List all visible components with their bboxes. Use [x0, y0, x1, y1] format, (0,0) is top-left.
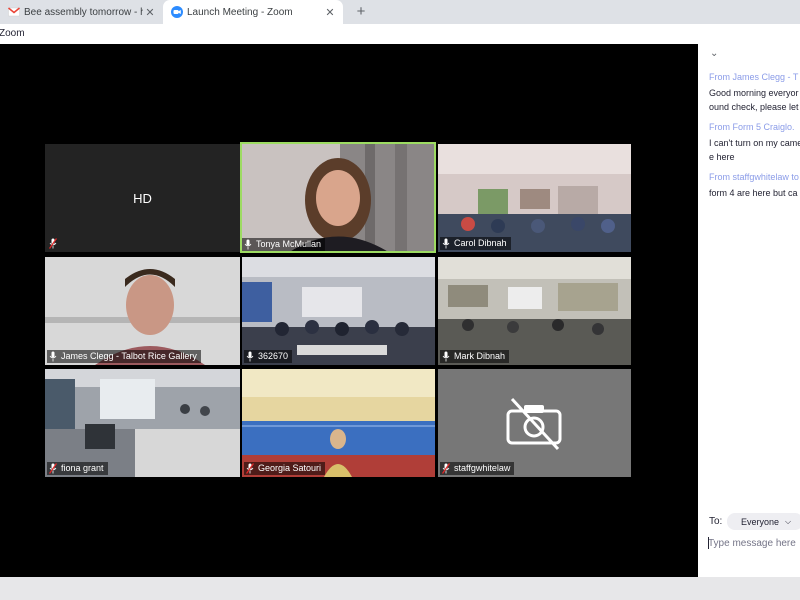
video-tile[interactable]: staffgwhitelaw — [438, 369, 631, 477]
chat-sender: From James Clegg - T — [709, 72, 799, 82]
chevron-down-icon: ⌵ — [785, 516, 792, 526]
participant-video — [240, 142, 436, 253]
chat-sender: From staffgwhitelaw to — [709, 172, 799, 182]
participant-name: fiona grant — [61, 463, 104, 473]
chat-message-line: Good morning everyor — [709, 88, 799, 98]
participant-video — [45, 369, 240, 477]
mic-icon — [244, 239, 252, 250]
chat-message-input[interactable] — [708, 535, 800, 551]
video-tile[interactable]: HD — [45, 144, 240, 252]
participant-nameplate: staffgwhitelaw — [440, 462, 515, 475]
video-tile-active-speaker[interactable]: Tonya McMullan — [240, 142, 436, 253]
video-tile[interactable]: Georgia Satouri — [242, 369, 435, 477]
new-tab-button[interactable]: + — [352, 2, 370, 22]
participant-nameplate: Tonya McMullan — [242, 238, 326, 251]
video-tile[interactable]: Carol Dibnah — [438, 144, 631, 252]
mic-icon — [49, 351, 57, 362]
mic-icon — [442, 238, 450, 249]
tab-title: Bee assembly tomorrow - hanna — [24, 6, 143, 18]
participant-video — [438, 144, 631, 252]
muted-mic-icon — [442, 463, 450, 474]
participant-name: Mark Dibnah — [454, 351, 506, 361]
app-title-bar: Zoom — [0, 24, 800, 44]
participant-nameplate: fiona grant — [47, 462, 108, 475]
browser-tab-bar: Bee assembly tomorrow - hanna ✕ Launch M… — [0, 0, 800, 24]
video-tile[interactable]: James Clegg - Talbot Rice Gallery — [45, 257, 240, 365]
close-tab-icon[interactable]: ✕ — [323, 6, 337, 19]
gmail-icon — [8, 7, 20, 17]
muted-mic-icon — [49, 463, 57, 474]
hd-label: HD — [133, 190, 152, 206]
chat-message-line: I can't turn on my came — [709, 138, 800, 148]
tab-zoom-meeting[interactable]: Launch Meeting - Zoom ✕ — [163, 0, 343, 24]
muted-mic-icon — [49, 238, 57, 249]
video-tile[interactable]: fiona grant — [45, 369, 240, 477]
tab-title: Launch Meeting - Zoom — [187, 6, 293, 18]
participant-name: Georgia Satouri — [258, 463, 322, 473]
participant-nameplate: 362670 — [244, 350, 293, 363]
participant-nameplate — [47, 237, 65, 250]
participant-nameplate: James Clegg - Talbot Rice Gallery — [47, 350, 201, 363]
close-tab-icon[interactable]: ✕ — [143, 6, 157, 19]
chat-recipient-select[interactable]: Everyone ⌵ — [727, 513, 800, 530]
chat-message-line: e here — [709, 152, 735, 162]
participant-name: staffgwhitelaw — [454, 463, 511, 473]
zoom-icon — [171, 6, 183, 18]
chat-panel: ⌄ From James Clegg - T Good morning ever… — [698, 44, 800, 577]
participant-nameplate: Mark Dibnah — [440, 350, 510, 363]
participant-video — [242, 369, 435, 477]
chevron-down-icon[interactable]: ⌄ — [710, 48, 718, 59]
participant-video — [438, 257, 631, 365]
participant-name: Carol Dibnah — [454, 238, 507, 248]
chat-message-line: form 4 are here but ca — [709, 188, 798, 198]
video-tile[interactable]: 362670 — [242, 257, 435, 365]
mic-icon — [246, 351, 254, 362]
chat-recipient-label: To: — [709, 516, 723, 527]
participant-name: Tonya McMullan — [256, 239, 322, 249]
app-title: Zoom — [0, 28, 25, 39]
participant-nameplate: Carol Dibnah — [440, 237, 511, 250]
participant-name: 362670 — [258, 351, 289, 361]
participant-video — [242, 257, 435, 365]
tab-gmail[interactable]: Bee assembly tomorrow - hanna ✕ — [0, 0, 163, 24]
mic-icon — [442, 351, 450, 362]
chat-recipient-value: Everyone — [741, 516, 780, 527]
participant-name: James Clegg - Talbot Rice Gallery — [61, 351, 197, 361]
video-gallery: HD Tonya McMullan Carol Dibnah James Cle… — [0, 44, 698, 577]
participant-nameplate: Georgia Satouri — [244, 462, 326, 475]
chat-sender: From Form 5 Craiglo. — [709, 122, 795, 132]
camera-off-icon — [506, 397, 562, 451]
text-cursor — [708, 537, 709, 549]
window-bottom-edge — [0, 577, 800, 600]
chat-message-line: ound check, please let — [709, 102, 799, 112]
video-tile[interactable]: Mark Dibnah — [438, 257, 631, 365]
participant-video — [45, 257, 240, 365]
muted-mic-icon — [246, 463, 254, 474]
